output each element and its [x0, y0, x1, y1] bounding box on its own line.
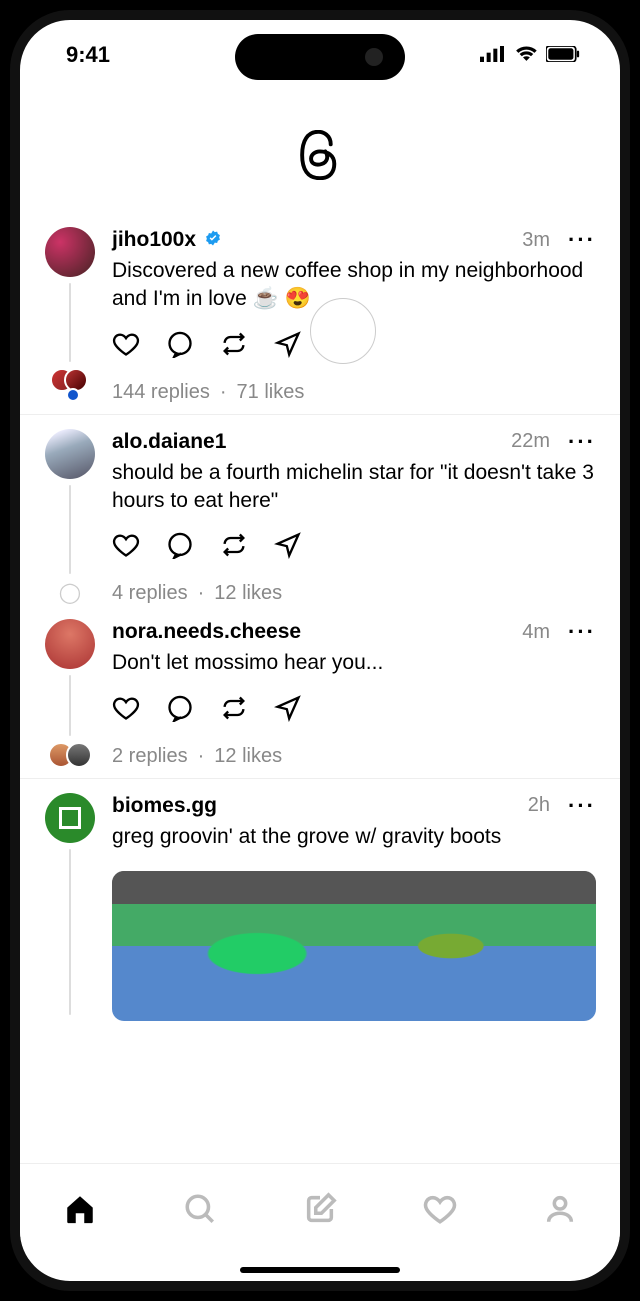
avatar[interactable] [45, 793, 95, 843]
repost-icon[interactable] [220, 694, 248, 727]
share-icon[interactable] [274, 330, 302, 363]
thread-end-icon: ◯ [59, 580, 81, 605]
post-text: Don't let mossimo hear you... [112, 645, 596, 687]
reply-avatars [48, 742, 92, 768]
post-media[interactable] [112, 871, 596, 1021]
likes-count[interactable]: 12 likes [214, 745, 282, 768]
username[interactable]: jiho100x [112, 228, 196, 252]
timestamp: 4m [522, 621, 550, 644]
cellular-icon [480, 42, 507, 68]
more-button[interactable]: ··· [568, 429, 596, 455]
post-text: greg groovin' at the grove w/ gravity bo… [112, 819, 596, 861]
share-icon[interactable] [274, 531, 302, 564]
tab-bar [20, 1163, 620, 1259]
likes-count[interactable]: 71 likes [237, 381, 305, 404]
clock: 9:41 [66, 42, 110, 68]
tab-search-icon[interactable] [183, 1192, 217, 1231]
tab-home-icon[interactable] [63, 1192, 97, 1231]
tab-profile-icon[interactable] [543, 1192, 577, 1231]
timestamp: 3m [522, 229, 550, 252]
wifi-icon [515, 42, 538, 68]
avatar[interactable] [45, 227, 95, 277]
timestamp: 22m [511, 430, 550, 453]
tab-activity-icon[interactable] [423, 1192, 457, 1231]
post-item[interactable]: biomes.gg 2h ··· greg groovin' at the gr… [20, 779, 620, 1031]
more-button[interactable]: ··· [568, 793, 596, 819]
replies-count[interactable]: 4 replies [112, 582, 188, 605]
reply-avatars [50, 368, 90, 404]
feed-scroll[interactable]: jiho100x 3m ··· Discovered a new coffee … [20, 213, 620, 1163]
like-icon[interactable] [112, 531, 140, 564]
more-button[interactable]: ··· [568, 619, 596, 645]
thread-line [69, 485, 71, 575]
verified-badge-icon [204, 229, 222, 252]
timestamp: 2h [528, 794, 550, 817]
more-button[interactable]: ··· [568, 227, 596, 253]
post-text: should be a fourth michelin star for "it… [112, 455, 596, 526]
home-indicator[interactable] [20, 1259, 620, 1281]
like-icon[interactable] [112, 330, 140, 363]
post-item[interactable]: jiho100x 3m ··· Discovered a new coffee … [20, 213, 620, 415]
like-icon[interactable] [112, 694, 140, 727]
app-header [20, 90, 620, 213]
avatar[interactable] [45, 619, 95, 669]
thread-line [69, 849, 71, 1015]
device-notch [235, 34, 405, 80]
post-text: Discovered a new coffee shop in my neigh… [112, 253, 596, 324]
replies-count[interactable]: 2 replies [112, 745, 188, 768]
post-item[interactable]: nora.needs.cheese 4m ··· Don't let mossi… [20, 605, 620, 778]
thread-line [69, 283, 71, 362]
post-item[interactable]: ◯ alo.daiane1 22m ··· should be a fourth… [20, 415, 620, 606]
avatar[interactable] [45, 429, 95, 479]
share-icon[interactable] [274, 694, 302, 727]
username[interactable]: biomes.gg [112, 794, 217, 818]
thread-line [69, 675, 71, 735]
comment-icon[interactable] [166, 330, 194, 363]
battery-icon [546, 42, 580, 68]
repost-icon[interactable] [220, 531, 248, 564]
username[interactable]: nora.needs.cheese [112, 620, 301, 644]
username[interactable]: alo.daiane1 [112, 430, 226, 454]
repost-icon[interactable] [220, 330, 248, 363]
comment-icon[interactable] [166, 531, 194, 564]
likes-count[interactable]: 12 likes [214, 582, 282, 605]
replies-count[interactable]: 144 replies [112, 381, 210, 404]
tab-compose-icon[interactable] [303, 1192, 337, 1231]
comment-icon[interactable] [166, 694, 194, 727]
threads-logo-icon [298, 130, 342, 185]
